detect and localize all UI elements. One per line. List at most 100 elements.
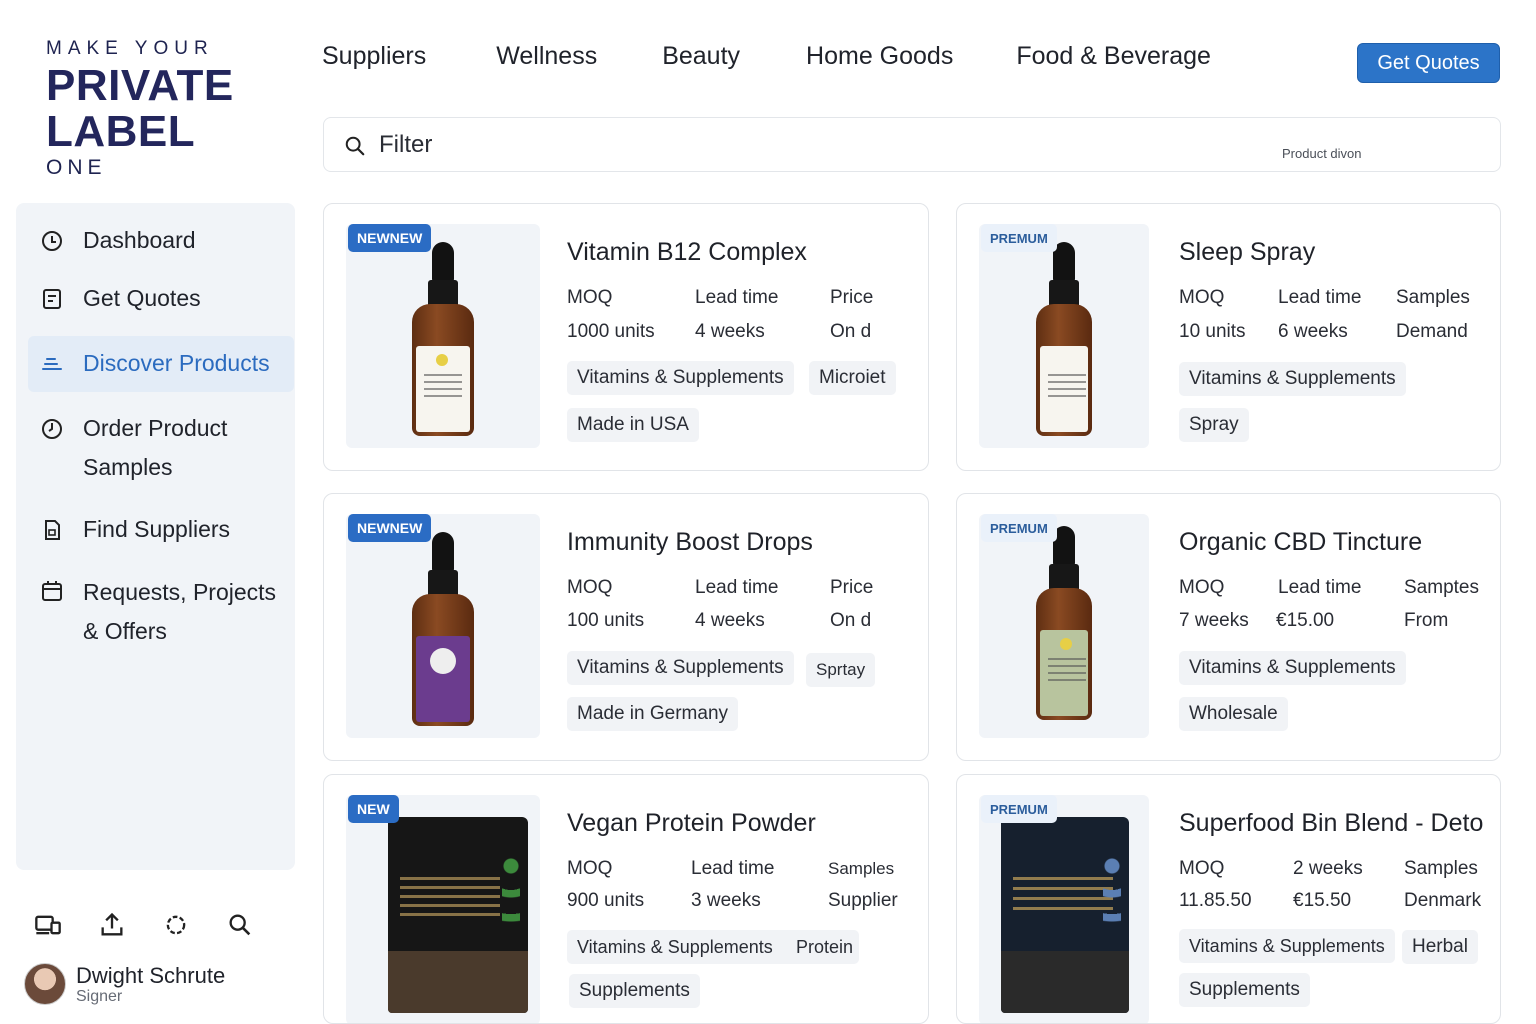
spec-label: Lead time bbox=[695, 287, 779, 308]
search-icon[interactable] bbox=[226, 911, 254, 939]
spec-label: Lead time bbox=[695, 577, 779, 598]
spec-value: 11.85.50 bbox=[1179, 890, 1252, 911]
product-card[interactable]: NEWNEW Vitamin B12 Complex MOQ 1000 unit… bbox=[323, 203, 929, 471]
nav-link-food-beverage[interactable]: Food & Beverage bbox=[1016, 42, 1211, 71]
product-tag[interactable]: Microiet bbox=[809, 361, 896, 395]
product-image[interactable] bbox=[346, 514, 540, 738]
product-badge: NEWNEW bbox=[348, 514, 432, 542]
spec-value: €15.50 bbox=[1293, 890, 1352, 911]
product-tag[interactable]: Vitamins & Supplements bbox=[1179, 929, 1395, 963]
spec-label: MOQ bbox=[1179, 577, 1225, 598]
product-tag[interactable]: Wholesale bbox=[1179, 697, 1288, 731]
product-card[interactable]: PREMUM Superfood Bin Blend - Deto MOQ 11… bbox=[956, 774, 1501, 1024]
product-pouch bbox=[1001, 817, 1129, 1013]
spec-value: 3 weeks bbox=[691, 890, 761, 911]
product-title[interactable]: Superfood Bin Blend - Deto bbox=[1179, 809, 1483, 838]
spec-label: Samples bbox=[1404, 858, 1478, 879]
product-image[interactable] bbox=[346, 795, 540, 1023]
get-quotes-button[interactable]: Get Quotes bbox=[1357, 43, 1500, 83]
user-name: Dwight Schrute bbox=[76, 963, 226, 988]
spec-value: 10 units bbox=[1179, 321, 1246, 342]
spec-value: 100 units bbox=[567, 610, 645, 631]
product-tag[interactable]: Made in USA bbox=[567, 408, 699, 442]
sidebar-item-label: Discover Products bbox=[83, 350, 270, 376]
product-image[interactable] bbox=[979, 224, 1149, 448]
dashboard-icon bbox=[42, 231, 62, 251]
product-tag[interactable]: Supplements bbox=[569, 974, 700, 1008]
product-tag[interactable]: Vitamins & Supplements bbox=[1179, 362, 1406, 396]
spec-label: MOQ bbox=[1179, 287, 1225, 308]
product-title[interactable]: Vitamin B12 Complex bbox=[567, 238, 807, 267]
spec-label: Price bbox=[830, 287, 874, 308]
spec-label: Lead time bbox=[1278, 577, 1362, 598]
product-card[interactable]: NEW Vegan Protein Powder MOQ 900 units L… bbox=[323, 774, 929, 1024]
product-tag[interactable]: Vitamins & Supplements bbox=[567, 361, 794, 395]
sidebar-item-find-suppliers[interactable]: Find Suppliers bbox=[16, 510, 295, 550]
settings-icon[interactable] bbox=[162, 911, 190, 939]
product-card[interactable]: NEWNEW Immunity Boost Drops MOQ 100 unit… bbox=[323, 493, 929, 761]
logo-line-1: MAKE YOUR bbox=[46, 38, 214, 59]
brand-logo[interactable]: MAKE YOUR PRIVATE LABEL ONE bbox=[46, 38, 256, 180]
sidebar-item-discover-products[interactable]: Discover Products bbox=[28, 336, 294, 392]
search-icon bbox=[345, 136, 365, 156]
logo-line-3: LABEL bbox=[46, 107, 196, 156]
spec-label: Samples bbox=[1396, 287, 1470, 308]
sidebar-item-get-quotes[interactable]: Get Quotes bbox=[16, 279, 295, 319]
product-card[interactable]: PREMUM Sleep Spray MOQ 10 units Lead tim… bbox=[956, 203, 1501, 471]
avatar[interactable] bbox=[24, 963, 66, 1005]
document-icon bbox=[45, 520, 60, 540]
clock-icon bbox=[42, 419, 62, 439]
product-bottle bbox=[412, 242, 474, 436]
product-tag[interactable]: Sprtay bbox=[806, 653, 876, 687]
product-image[interactable] bbox=[979, 795, 1149, 1023]
devices-icon[interactable] bbox=[34, 911, 62, 939]
product-title[interactable]: Sleep Spray bbox=[1179, 238, 1315, 267]
product-bottle bbox=[1036, 526, 1092, 720]
sidebar-item-label: Dashboard bbox=[83, 227, 196, 253]
product-tag[interactable]: Vitamins & Supplements bbox=[1179, 651, 1406, 685]
nav-link-suppliers[interactable]: Suppliers bbox=[322, 42, 426, 71]
product-tag[interactable]: Spray bbox=[1179, 408, 1249, 442]
product-tag[interactable]: Supplements bbox=[1179, 973, 1310, 1007]
product-tag[interactable]: Protein bbox=[786, 930, 863, 964]
product-title[interactable]: Immunity Boost Drops bbox=[567, 528, 813, 557]
spec-label: 2 weeks bbox=[1293, 858, 1363, 879]
spec-value: 4 weeks bbox=[695, 610, 765, 631]
sidebar-item-label: Find Suppliers bbox=[83, 516, 231, 542]
upload-icon[interactable] bbox=[98, 911, 126, 939]
product-card[interactable]: PREMUM Organic CBD Tincture MOQ 7 weeks … bbox=[956, 493, 1501, 761]
spec-label: MOQ bbox=[1179, 858, 1225, 879]
spec-label: MOQ bbox=[567, 858, 613, 879]
discover-icon bbox=[42, 358, 62, 370]
sidebar-item-label: Get Quotes bbox=[83, 285, 201, 311]
spec-label: Lead time bbox=[691, 858, 775, 879]
spec-value: Demand bbox=[1396, 321, 1468, 342]
filter-input[interactable]: Filter bbox=[379, 131, 432, 159]
nav-link-wellness[interactable]: Wellness bbox=[496, 42, 597, 71]
sidebar-item-requests[interactable]: Requests, Projects & Offers bbox=[16, 573, 295, 653]
product-badge: PREMUM bbox=[981, 795, 1057, 823]
product-tag[interactable]: Vitamins & Supplements bbox=[567, 651, 794, 685]
product-badge: PREMUM bbox=[981, 514, 1057, 542]
filter-hint: Product divon bbox=[1282, 146, 1362, 161]
spec-value: 6 weeks bbox=[1278, 321, 1348, 342]
product-image[interactable] bbox=[346, 224, 540, 448]
nav-link-home-goods[interactable]: Home Goods bbox=[806, 42, 953, 71]
product-title[interactable]: Organic CBD Tincture bbox=[1179, 528, 1422, 557]
spec-value: 900 units bbox=[567, 890, 645, 911]
product-badge: NEW bbox=[348, 795, 399, 823]
product-tag[interactable]: Herbal bbox=[1402, 930, 1478, 964]
sidebar-item-dashboard[interactable]: Dashboard bbox=[16, 221, 295, 261]
spec-label: Samples bbox=[828, 859, 895, 878]
product-title[interactable]: Vegan Protein Powder bbox=[567, 809, 816, 838]
product-image[interactable] bbox=[979, 514, 1149, 738]
nav-link-beauty[interactable]: Beauty bbox=[662, 42, 740, 71]
sidebar-item-order-samples[interactable]: Order Product Samples bbox=[16, 409, 295, 489]
sidebar-item-label: Requests, Projects & Offers bbox=[83, 579, 277, 644]
filter-bar[interactable]: Filter Product divon bbox=[323, 117, 1501, 172]
spec-label: MOQ bbox=[567, 577, 613, 598]
logo-line-2: PRIVATE bbox=[46, 61, 234, 110]
spec-label: Price bbox=[830, 577, 874, 598]
spec-value: 1000 units bbox=[567, 321, 655, 342]
product-tag[interactable]: Made in Germany bbox=[567, 697, 739, 731]
